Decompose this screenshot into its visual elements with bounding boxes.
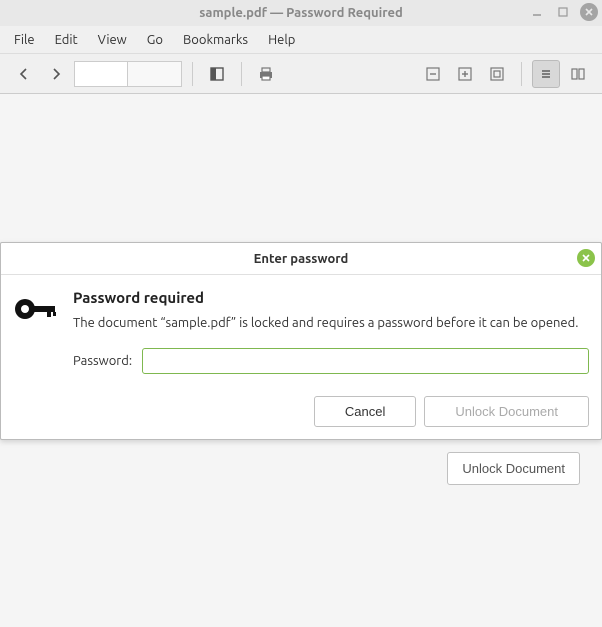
- password-label: Password:: [73, 354, 132, 368]
- zoom-out-button[interactable]: [419, 60, 447, 88]
- dual-page-button[interactable]: [564, 60, 592, 88]
- cancel-button[interactable]: Cancel: [314, 396, 416, 427]
- dialog-button-row: Cancel Unlock Document: [1, 396, 601, 439]
- fit-width-button[interactable]: [532, 60, 560, 88]
- toolbar-separator: [521, 62, 522, 86]
- password-row: Password:: [73, 348, 589, 374]
- dialog-title: Enter password: [254, 252, 349, 266]
- dialog-heading: Password required: [73, 289, 589, 306]
- nav-back-button[interactable]: [10, 60, 38, 88]
- page-selector: [74, 61, 182, 87]
- dialog-body: Password required The document “sample.p…: [1, 275, 601, 396]
- print-button[interactable]: [252, 60, 280, 88]
- sidebar-toggle-button[interactable]: [203, 60, 231, 88]
- menu-help[interactable]: Help: [258, 29, 305, 51]
- nav-forward-button[interactable]: [42, 60, 70, 88]
- menu-bookmarks[interactable]: Bookmarks: [173, 29, 258, 51]
- window-titlebar: sample.pdf — Password Required: [0, 0, 602, 26]
- password-input[interactable]: [142, 348, 589, 374]
- dialog-close-button[interactable]: [577, 249, 595, 267]
- menubar: File Edit View Go Bookmarks Help: [0, 26, 602, 54]
- key-icon: [13, 289, 57, 388]
- menu-file[interactable]: File: [4, 29, 45, 51]
- toolbar-separator: [241, 62, 242, 86]
- password-dialog: Enter password Password required The doc…: [0, 242, 602, 440]
- dialog-content: Password required The document “sample.p…: [73, 289, 589, 388]
- toolbar-separator: [192, 62, 193, 86]
- toolbar: [0, 54, 602, 94]
- window-minimize-button[interactable]: [528, 3, 546, 21]
- window-close-button[interactable]: [580, 3, 598, 21]
- menu-edit[interactable]: Edit: [45, 29, 88, 51]
- dialog-header: Enter password: [1, 243, 601, 275]
- window-title: sample.pdf — Password Required: [199, 6, 403, 20]
- unlock-document-button[interactable]: Unlock Document: [424, 396, 589, 427]
- window-maximize-button[interactable]: [554, 3, 572, 21]
- zoom-in-button[interactable]: [451, 60, 479, 88]
- menu-view[interactable]: View: [88, 29, 137, 51]
- unlock-document-button-background[interactable]: Unlock Document: [447, 452, 580, 485]
- page-number-input[interactable]: [74, 61, 128, 87]
- dialog-message: The document “sample.pdf” is locked and …: [73, 316, 589, 330]
- menu-go[interactable]: Go: [137, 29, 173, 51]
- zoom-reset-button[interactable]: [483, 60, 511, 88]
- page-count-label: [128, 61, 182, 87]
- window-controls: [528, 3, 598, 21]
